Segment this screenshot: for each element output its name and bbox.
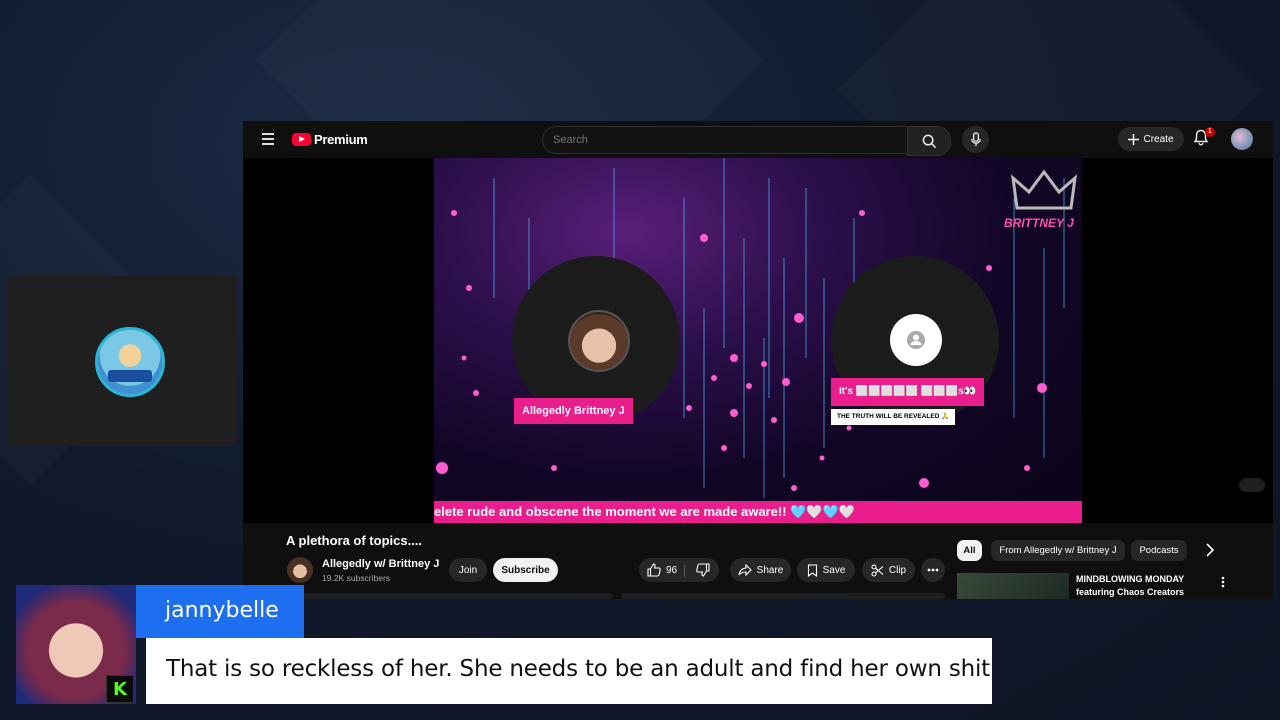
share-icon	[738, 564, 752, 576]
like-count: 96	[666, 564, 678, 576]
thumbs-down-icon[interactable]	[696, 563, 710, 577]
subscribe-button[interactable]: Subscribe	[493, 558, 558, 582]
channel-watermark	[1239, 478, 1265, 492]
more-actions-button[interactable]	[921, 558, 945, 582]
chip-from-channel[interactable]: From Allegedly w/ Brittney J	[991, 540, 1125, 561]
recommendation-title[interactable]: MINDBLOWING MONDAY featuring Chaos Creat…	[1076, 573, 1216, 599]
search-box	[542, 126, 908, 154]
save-button[interactable]: Save	[797, 558, 855, 582]
chat-message-box: That is so reckless of her. She needs to…	[146, 638, 992, 704]
kick-logo-icon: K	[106, 675, 134, 703]
create-label: Create	[1143, 133, 1174, 145]
subscriber-count: 19.2K subscribers	[322, 573, 391, 583]
youtube-play-icon	[292, 133, 311, 146]
search-icon	[922, 134, 936, 148]
notifications-button[interactable]: 1	[1193, 127, 1215, 149]
join-button[interactable]: Join	[449, 558, 487, 582]
crown-logo-icon	[1010, 169, 1078, 210]
default-avatar-icon	[890, 314, 942, 366]
save-label: Save	[822, 564, 846, 576]
webcam-panel	[7, 276, 237, 446]
host-2-subtitle: THE TRUTH WILL BE REVEALED 🙏	[831, 409, 956, 425]
chat-message: That is so reckless of her. She needs to…	[166, 656, 990, 682]
chat-username-box: jannybelle	[136, 585, 304, 638]
scissors-icon	[871, 563, 884, 577]
video-title: A plethora of topics....	[286, 533, 423, 548]
host-1-name-tag: Allegedly Brittney J	[514, 398, 633, 424]
chat-username: jannybelle	[165, 598, 279, 623]
more-horizontal-icon	[927, 568, 939, 572]
recommendation-thumbnail[interactable]	[957, 573, 1069, 599]
notification-count-badge: 1	[1205, 127, 1215, 137]
thumbs-up-icon[interactable]	[647, 563, 661, 577]
menu-icon[interactable]	[262, 133, 274, 145]
youtube-window: Premium Create 1	[243, 121, 1273, 599]
stream-frame: Allegedly Brittney J It's ⬜⬜⬜⬜⬜ ⬜⬜⬜s👀 TH…	[434, 158, 1082, 523]
bookmark-icon	[807, 563, 817, 577]
chip-podcasts[interactable]: Podcasts	[1131, 540, 1187, 561]
chevron-right-icon[interactable]	[1205, 543, 1215, 557]
clip-label: Clip	[888, 564, 907, 576]
microphone-icon	[970, 132, 981, 147]
host-1-photo	[568, 310, 630, 372]
clip-button[interactable]: Clip	[862, 558, 915, 582]
youtube-logo[interactable]: Premium	[292, 132, 368, 147]
top-bar: Premium Create 1	[243, 121, 1273, 158]
create-button[interactable]: Create	[1118, 127, 1184, 151]
more-vertical-icon[interactable]	[1221, 576, 1225, 588]
streamer-avatar	[95, 327, 165, 397]
chat-user-avatar: K	[16, 585, 136, 704]
share-button[interactable]: Share	[730, 558, 791, 582]
chip-all[interactable]: All	[957, 540, 982, 561]
account-avatar[interactable]	[1231, 128, 1253, 150]
like-divider	[684, 565, 685, 577]
channel-avatar[interactable]	[287, 557, 313, 583]
description-preview	[273, 593, 613, 599]
logo-text: Premium	[314, 132, 368, 147]
description-preview	[621, 593, 945, 599]
stream-brand-text: BRITTNEY J	[1004, 216, 1074, 230]
plus-icon	[1128, 133, 1140, 145]
video-player[interactable]: Allegedly Brittney J It's ⬜⬜⬜⬜⬜ ⬜⬜⬜s👀 TH…	[243, 158, 1273, 523]
search-input[interactable]	[543, 127, 895, 153]
host-2-name-tag: It's ⬜⬜⬜⬜⬜ ⬜⬜⬜s👀	[831, 378, 985, 406]
stream-ticker: elete rude and obscene the moment we are…	[434, 501, 1082, 523]
share-label: Share	[756, 564, 784, 576]
channel-name[interactable]: Allegedly w/ Brittney J	[322, 558, 439, 570]
search-button[interactable]	[907, 126, 951, 156]
voice-search-button[interactable]	[962, 126, 989, 153]
